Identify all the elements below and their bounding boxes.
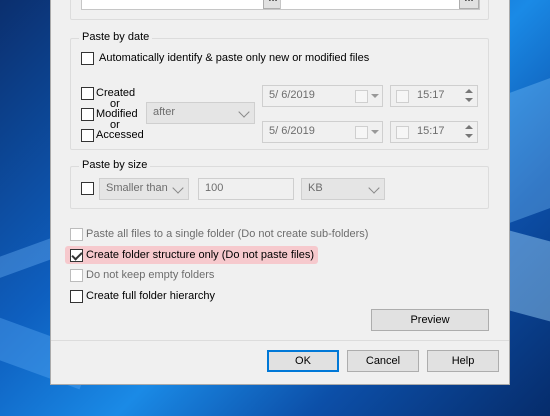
single-folder-label[interactable]: Paste all files to a single folder (Do n… bbox=[86, 228, 368, 241]
paste-by-date-title: Paste by date bbox=[79, 31, 153, 44]
size-value: 100 bbox=[205, 182, 224, 194]
chevron-down-icon bbox=[238, 106, 250, 118]
time-spinner-1[interactable] bbox=[463, 87, 475, 105]
modified-checkbox[interactable] bbox=[81, 108, 94, 121]
auto-identify-label[interactable]: Automatically identify & paste only new … bbox=[99, 52, 369, 65]
path-group: ... ... bbox=[70, 0, 489, 20]
time-value-2: 15:17 bbox=[417, 125, 445, 137]
auto-identify-checkbox[interactable] bbox=[81, 52, 94, 65]
preview-button[interactable]: Preview bbox=[371, 309, 489, 331]
paste-by-size-title: Paste by size bbox=[79, 159, 151, 172]
destination-path-field[interactable] bbox=[280, 0, 480, 10]
ok-button[interactable]: OK bbox=[267, 350, 339, 372]
date-picker-1[interactable]: 5/ 6/2019 bbox=[262, 85, 383, 107]
full-hierarchy-label[interactable]: Create full folder hierarchy bbox=[86, 290, 215, 303]
help-button[interactable]: Help bbox=[427, 350, 499, 372]
size-unit-select[interactable]: KB bbox=[301, 178, 385, 200]
paste-options-dialog: ... ... Paste by date Automatically iden… bbox=[50, 0, 510, 385]
structure-only-checkbox[interactable] bbox=[70, 249, 83, 262]
size-filter-checkbox[interactable] bbox=[81, 182, 94, 195]
paste-by-size-group: Paste by size Smaller than 100 KB bbox=[70, 159, 489, 209]
accessed-checkbox[interactable] bbox=[81, 129, 94, 142]
calendar-icon bbox=[355, 126, 368, 139]
source-path-field[interactable] bbox=[81, 0, 281, 10]
date-value-2: 5/ 6/2019 bbox=[269, 125, 315, 137]
time-enable-checkbox-2[interactable] bbox=[396, 126, 409, 139]
no-empty-folders-checkbox[interactable] bbox=[70, 269, 83, 282]
browse-button-2[interactable]: ... bbox=[459, 0, 479, 9]
chevron-down-icon bbox=[368, 182, 380, 194]
paste-by-date-group: Paste by date Automatically identify & p… bbox=[70, 31, 489, 150]
date-relation-value: after bbox=[153, 106, 176, 118]
chevron-down-icon bbox=[371, 130, 379, 134]
full-hierarchy-checkbox[interactable] bbox=[70, 290, 83, 303]
chevron-down-icon bbox=[172, 182, 184, 194]
time-picker-1[interactable]: 15:17 bbox=[390, 85, 478, 107]
date-picker-2[interactable]: 5/ 6/2019 bbox=[262, 121, 383, 143]
dialog-footer: OK Cancel Help bbox=[51, 340, 509, 384]
single-folder-checkbox[interactable] bbox=[70, 228, 83, 241]
time-value-1: 15:17 bbox=[417, 89, 445, 101]
date-value-1: 5/ 6/2019 bbox=[269, 89, 315, 101]
date-relation-select[interactable]: after bbox=[146, 102, 255, 124]
size-unit-value: KB bbox=[308, 182, 323, 194]
time-picker-2[interactable]: 15:17 bbox=[390, 121, 478, 143]
chevron-down-icon bbox=[371, 94, 379, 98]
no-empty-folders-label[interactable]: Do not keep empty folders bbox=[86, 269, 214, 282]
time-enable-checkbox-1[interactable] bbox=[396, 90, 409, 103]
cancel-button[interactable]: Cancel bbox=[347, 350, 419, 372]
accessed-label[interactable]: Accessed bbox=[96, 129, 144, 142]
structure-only-label[interactable]: Create folder structure only (Do not pas… bbox=[86, 249, 314, 262]
time-spinner-2[interactable] bbox=[463, 123, 475, 141]
size-value-input[interactable]: 100 bbox=[198, 178, 294, 200]
calendar-icon bbox=[355, 90, 368, 103]
created-checkbox[interactable] bbox=[81, 87, 94, 100]
size-comparison-value: Smaller than bbox=[106, 182, 168, 194]
size-comparison-select[interactable]: Smaller than bbox=[99, 178, 189, 200]
